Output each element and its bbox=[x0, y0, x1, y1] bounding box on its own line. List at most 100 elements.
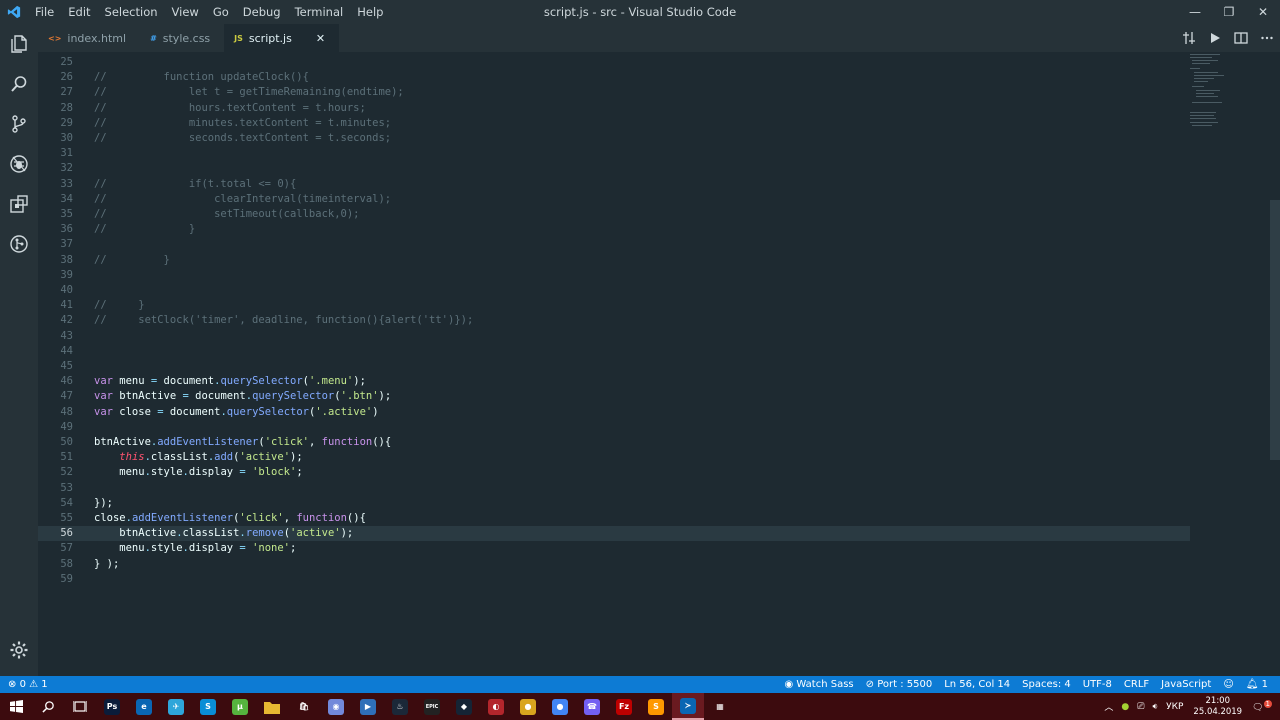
code-line[interactable]: 58} ); bbox=[38, 557, 1190, 572]
code-line[interactable]: 40 bbox=[38, 283, 1190, 298]
code-line[interactable]: 32 bbox=[38, 161, 1190, 176]
menu-edit[interactable]: Edit bbox=[61, 0, 97, 24]
taskbar-calculator-icon[interactable]: ▦ bbox=[704, 693, 736, 720]
code-line[interactable]: 46 var menu = document.querySelector('.me… bbox=[38, 374, 1190, 389]
end-of-line[interactable]: CRLF bbox=[1118, 676, 1155, 693]
code-line[interactable]: 33 // if(t.total <= 0){ bbox=[38, 177, 1190, 192]
tab-style-css[interactable]: # style.css bbox=[140, 24, 225, 52]
search-icon[interactable] bbox=[0, 64, 38, 104]
action-center-icon[interactable]: 🗨︎ 1 bbox=[1248, 700, 1280, 713]
code-line[interactable]: 45 bbox=[38, 359, 1190, 374]
taskbar-app-blue-icon[interactable]: ▶ bbox=[352, 693, 384, 720]
more-actions-icon[interactable] bbox=[1254, 24, 1280, 52]
encoding[interactable]: UTF-8 bbox=[1077, 676, 1118, 693]
code-line[interactable]: 44 bbox=[38, 344, 1190, 359]
language-indicator[interactable]: УКР bbox=[1162, 702, 1187, 712]
indentation[interactable]: Spaces: 4 bbox=[1016, 676, 1077, 693]
menu-selection[interactable]: Selection bbox=[98, 0, 165, 24]
network-icon[interactable]: ⎚ bbox=[1133, 702, 1148, 712]
menu-file[interactable]: File bbox=[28, 0, 61, 24]
code-line[interactable]: 41 // } bbox=[38, 298, 1190, 313]
run-icon[interactable] bbox=[1202, 24, 1228, 52]
code-line[interactable]: 26 // function updateClock(){ bbox=[38, 70, 1190, 85]
cursor-position[interactable]: Ln 56, Col 14 bbox=[938, 676, 1016, 693]
code-line[interactable]: 42 // setClock('timer', deadline, functio… bbox=[38, 313, 1190, 328]
taskbar-epic-games-icon[interactable]: EPIC bbox=[416, 693, 448, 720]
code-line[interactable]: 51 this.classList.add('active'); bbox=[38, 450, 1190, 465]
menu-help[interactable]: Help bbox=[350, 0, 390, 24]
explorer-icon[interactable] bbox=[0, 24, 38, 64]
feedback-smiley-icon[interactable]: ☺ bbox=[1217, 676, 1239, 693]
source-control-icon[interactable] bbox=[0, 104, 38, 144]
taskbar-discord-icon[interactable]: ◉ bbox=[320, 693, 352, 720]
code-line[interactable]: 30 // seconds.textContent = t.seconds; bbox=[38, 131, 1190, 146]
menu-debug[interactable]: Debug bbox=[236, 0, 288, 24]
code-line[interactable]: 55 close.addEventListener('click', functi… bbox=[38, 511, 1190, 526]
language-mode[interactable]: JavaScript bbox=[1155, 676, 1217, 693]
volume-icon[interactable]: 🔉︎ bbox=[1148, 702, 1162, 712]
taskbar-app-red-icon[interactable]: ◐ bbox=[480, 693, 512, 720]
chevron-up-icon[interactable]: ︿ bbox=[1100, 700, 1117, 713]
taskbar-filezilla-icon[interactable]: Fz bbox=[608, 693, 640, 720]
code-line[interactable]: 28 // hours.textContent = t.hours; bbox=[38, 101, 1190, 116]
debug-icon[interactable] bbox=[0, 144, 38, 184]
code-line[interactable]: 31 bbox=[38, 146, 1190, 161]
code-line[interactable]: 52 menu.style.display = 'block'; bbox=[38, 465, 1190, 480]
taskbar-skype-icon[interactable]: S bbox=[192, 693, 224, 720]
tab-index-html[interactable]: <> index.html bbox=[38, 24, 141, 52]
code-line[interactable]: 59 bbox=[38, 572, 1190, 587]
tray-app-icon[interactable]: ● bbox=[1117, 702, 1133, 712]
code-line[interactable]: 36 // } bbox=[38, 222, 1190, 237]
taskbar-search-icon[interactable] bbox=[32, 693, 64, 720]
taskbar-app-color-icon[interactable]: ● bbox=[512, 693, 544, 720]
taskbar-app-dark-icon[interactable]: ◆ bbox=[448, 693, 480, 720]
code-line[interactable]: 43 bbox=[38, 329, 1190, 344]
code-line[interactable]: 56 btnActive.classList.remove('active'); bbox=[38, 526, 1190, 542]
taskbar-store-icon[interactable]: 🛍 bbox=[288, 693, 320, 720]
code-line[interactable]: 37 bbox=[38, 237, 1190, 252]
taskbar-edge-icon[interactable]: e bbox=[128, 693, 160, 720]
taskbar-sublime-icon[interactable]: S bbox=[640, 693, 672, 720]
notifications[interactable]: 🔔︎ 1 bbox=[1240, 676, 1274, 693]
minimap[interactable] bbox=[1188, 52, 1228, 132]
close-window-button[interactable]: ✕ bbox=[1246, 0, 1280, 24]
settings-gear-icon[interactable] bbox=[0, 630, 38, 670]
code-line[interactable]: 34 // clearInterval(timeinterval); bbox=[38, 192, 1190, 207]
code-line[interactable]: 29 // minutes.textContent = t.minutes; bbox=[38, 116, 1190, 131]
taskbar-steam-icon[interactable]: ♨ bbox=[384, 693, 416, 720]
restore-button[interactable]: ❐ bbox=[1212, 0, 1246, 24]
taskbar-task-view-icon[interactable] bbox=[64, 693, 96, 720]
taskbar-vscode-icon[interactable]: ≻ bbox=[672, 693, 704, 720]
watch-sass-button[interactable]: ◉ Watch Sass bbox=[779, 676, 860, 693]
code-line[interactable]: 47 var btnActive = document.querySelector… bbox=[38, 389, 1190, 404]
clock[interactable]: 21:00 25.04.2019 bbox=[1187, 696, 1248, 718]
taskbar-file-explorer-icon[interactable] bbox=[256, 693, 288, 720]
taskbar-viber-icon[interactable]: ☎ bbox=[576, 693, 608, 720]
code-line[interactable]: 48 var close = document.querySelector('.a… bbox=[38, 405, 1190, 420]
code-line[interactable]: 39 bbox=[38, 268, 1190, 283]
problems-indicator[interactable]: ⊗ 0 ⚠ 1 bbox=[8, 676, 54, 693]
taskbar-telegram-icon[interactable]: ✈ bbox=[160, 693, 192, 720]
live-server-port[interactable]: ⊘ Port : 5500 bbox=[860, 676, 939, 693]
split-editor-icon[interactable] bbox=[1228, 24, 1254, 52]
close-tab-icon[interactable]: ✕ bbox=[316, 32, 325, 45]
menu-go[interactable]: Go bbox=[206, 0, 236, 24]
code-editor[interactable]: 25 26 // function updateClock(){27 // let t… bbox=[38, 52, 1280, 676]
taskbar-chrome-icon[interactable]: ● bbox=[544, 693, 576, 720]
gitlens-icon[interactable] bbox=[0, 224, 38, 264]
code-line[interactable]: 54}); bbox=[38, 496, 1190, 511]
code-line[interactable]: 57 menu.style.display = 'none'; bbox=[38, 541, 1190, 556]
code-line[interactable]: 35 // setTimeout(callback,0); bbox=[38, 207, 1190, 222]
taskbar-windows-start-icon[interactable] bbox=[0, 693, 32, 720]
code-line[interactable]: 27 // let t = getTimeRemaining(endtime); bbox=[38, 85, 1190, 100]
minimize-button[interactable]: — bbox=[1178, 0, 1212, 24]
code-line[interactable]: 38 // } bbox=[38, 253, 1190, 268]
code-line[interactable]: 25 bbox=[38, 55, 1190, 70]
code-line[interactable]: 53 bbox=[38, 481, 1190, 496]
editor-scrollbar[interactable] bbox=[1270, 200, 1280, 460]
code-line[interactable]: 50 btnActive.addEventListener('click', fu… bbox=[38, 435, 1190, 450]
extensions-icon[interactable] bbox=[0, 184, 38, 224]
compare-changes-icon[interactable] bbox=[1176, 24, 1202, 52]
menu-terminal[interactable]: Terminal bbox=[288, 0, 351, 24]
taskbar-utorrent-icon[interactable]: µ bbox=[224, 693, 256, 720]
